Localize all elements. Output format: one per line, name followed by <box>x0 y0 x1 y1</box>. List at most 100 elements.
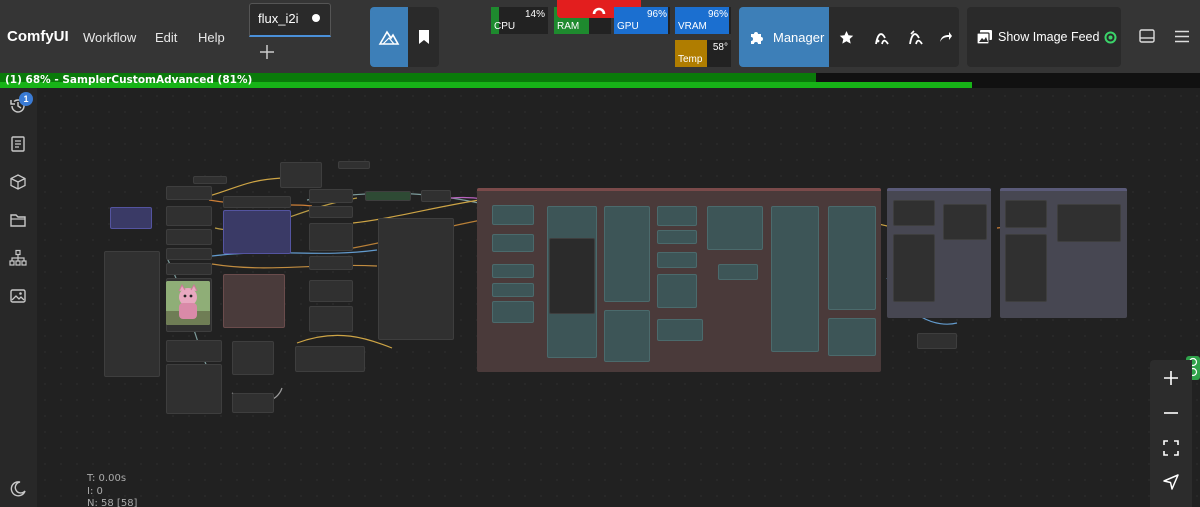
manager-button[interactable]: Manager <box>739 7 829 67</box>
detail-model-node[interactable] <box>1005 200 1047 228</box>
note-node[interactable] <box>104 251 160 377</box>
lora-node[interactable] <box>110 207 152 229</box>
workspace-button-group <box>370 7 439 67</box>
share-workflow-button[interactable] <box>865 7 899 67</box>
random-noise-node[interactable] <box>657 274 697 308</box>
moon-icon <box>10 481 26 497</box>
conditioning-node[interactable] <box>309 280 353 302</box>
bookmark-button[interactable] <box>408 7 439 67</box>
hamburger-menu-button[interactable] <box>1174 30 1190 48</box>
navigation-arrow-icon <box>1163 474 1179 490</box>
share-button[interactable] <box>933 7 959 67</box>
text-node[interactable] <box>166 248 212 260</box>
flux-guidance-node[interactable] <box>657 230 697 244</box>
queue-list-button[interactable] <box>9 135 27 153</box>
progress-text: (1) 68% - SamplerCustomAdvanced (81%) <box>5 74 253 86</box>
sampler-node-1[interactable] <box>492 205 534 225</box>
sampler-select-node[interactable] <box>280 162 322 188</box>
canvas-zoom-controls <box>1150 360 1192 507</box>
upscale-model-node[interactable] <box>893 200 935 226</box>
image-gallery-button[interactable] <box>9 287 27 305</box>
detail-preview-node[interactable] <box>1057 204 1121 242</box>
crystools-button[interactable] <box>370 7 408 67</box>
workflow-tab[interactable]: flux_i2i <box>249 3 331 37</box>
node-library-button[interactable] <box>9 249 27 267</box>
text-encode-node[interactable] <box>223 196 291 208</box>
upscale-sampler-node[interactable] <box>893 234 935 302</box>
zoom-in-button[interactable] <box>1159 366 1183 390</box>
cube-icon <box>10 174 26 190</box>
scale-node[interactable] <box>232 341 274 375</box>
image-output-node[interactable] <box>604 310 650 362</box>
puzzle-icon <box>751 32 763 44</box>
vae-loader-node[interactable] <box>166 229 212 245</box>
model-loader-node[interactable] <box>166 186 212 200</box>
encode-node[interactable] <box>166 364 222 414</box>
warning-arc-icon <box>592 7 606 15</box>
stats-iterations: I: 0 <box>87 486 103 497</box>
detail-sampler-node[interactable] <box>1005 234 1047 302</box>
theme-toggle-button[interactable] <box>9 480 27 498</box>
sampler-node-5[interactable] <box>492 301 534 323</box>
upscale-preview-node[interactable] <box>943 204 987 240</box>
new-tab-button[interactable] <box>258 44 276 62</box>
sampler-node-3[interactable] <box>492 264 534 278</box>
favorites-button[interactable] <box>829 7 863 67</box>
preview-image-node[interactable] <box>828 318 876 356</box>
noise-node[interactable] <box>309 206 353 218</box>
clip-text-node[interactable] <box>657 206 697 226</box>
reroute-node[interactable] <box>193 176 227 184</box>
clip-loader-node[interactable] <box>166 206 212 226</box>
model-switch-node[interactable] <box>365 191 411 201</box>
latent-node[interactable] <box>309 256 353 270</box>
toggle-panel-button[interactable] <box>1139 29 1155 48</box>
list-icon <box>11 136 25 152</box>
menu-help[interactable]: Help <box>198 30 225 45</box>
preview-node[interactable] <box>232 393 274 413</box>
denoise-node[interactable] <box>309 306 353 332</box>
upscale-node[interactable] <box>295 346 365 372</box>
width-height-node[interactable] <box>309 223 353 251</box>
canvas-navigate-button[interactable] <box>1159 470 1183 494</box>
basic-guider-node[interactable] <box>657 252 697 268</box>
vae-decode-node[interactable] <box>604 206 650 302</box>
empty-latent-node[interactable] <box>718 264 758 280</box>
unsaved-dot-icon[interactable] <box>312 14 320 22</box>
menu-edit[interactable]: Edit <box>155 30 177 45</box>
prompt-node[interactable] <box>223 210 291 254</box>
decode-output-node[interactable] <box>771 206 819 352</box>
image-preprocess-node[interactable] <box>223 274 285 328</box>
primitive-node[interactable] <box>421 190 451 202</box>
sampler-custom-advanced-node[interactable] <box>707 206 763 250</box>
refresh-green-icon <box>1104 31 1117 43</box>
resize-node[interactable] <box>166 340 222 362</box>
input-image-thumbnail <box>166 281 210 325</box>
show-image-feed-button[interactable]: Show Image Feed <box>967 7 1121 67</box>
openart-button[interactable] <box>899 7 933 67</box>
star-icon <box>839 30 853 44</box>
panel-icon <box>1139 29 1155 43</box>
seed-node[interactable] <box>338 161 370 169</box>
gpu-value: 96% <box>646 9 667 20</box>
image-compare-node[interactable] <box>917 333 957 349</box>
guidance-node[interactable] <box>166 263 212 275</box>
sigma-node[interactable] <box>657 319 703 341</box>
scheduler-node[interactable] <box>309 189 353 203</box>
workflow-tab-label: flux_i2i <box>258 11 299 26</box>
fit-screen-icon <box>1163 440 1179 456</box>
model-library-button[interactable] <box>9 173 27 191</box>
zoom-out-button[interactable] <box>1159 401 1183 425</box>
plus-icon <box>260 45 274 59</box>
fit-view-button[interactable] <box>1159 436 1183 460</box>
workflows-button[interactable] <box>9 211 27 229</box>
sampler-node-2[interactable] <box>492 234 534 252</box>
execution-progress-bar: (1) 68% - SamplerCustomAdvanced (81%) <box>0 73 1200 88</box>
menu-workflow[interactable]: Workflow <box>83 30 136 45</box>
stats-time: T: 0.00s <box>87 473 127 484</box>
graph-canvas[interactable]: T: 0.00s I: 0 N: 58 [58] <box>37 88 1200 507</box>
sampler-node-4[interactable] <box>492 283 534 297</box>
save-image-node[interactable] <box>828 206 876 310</box>
gpu-label: GPU <box>617 21 639 32</box>
custom-sampler-node[interactable] <box>378 218 454 340</box>
stats-nodes: N: 58 [58] <box>87 498 138 507</box>
